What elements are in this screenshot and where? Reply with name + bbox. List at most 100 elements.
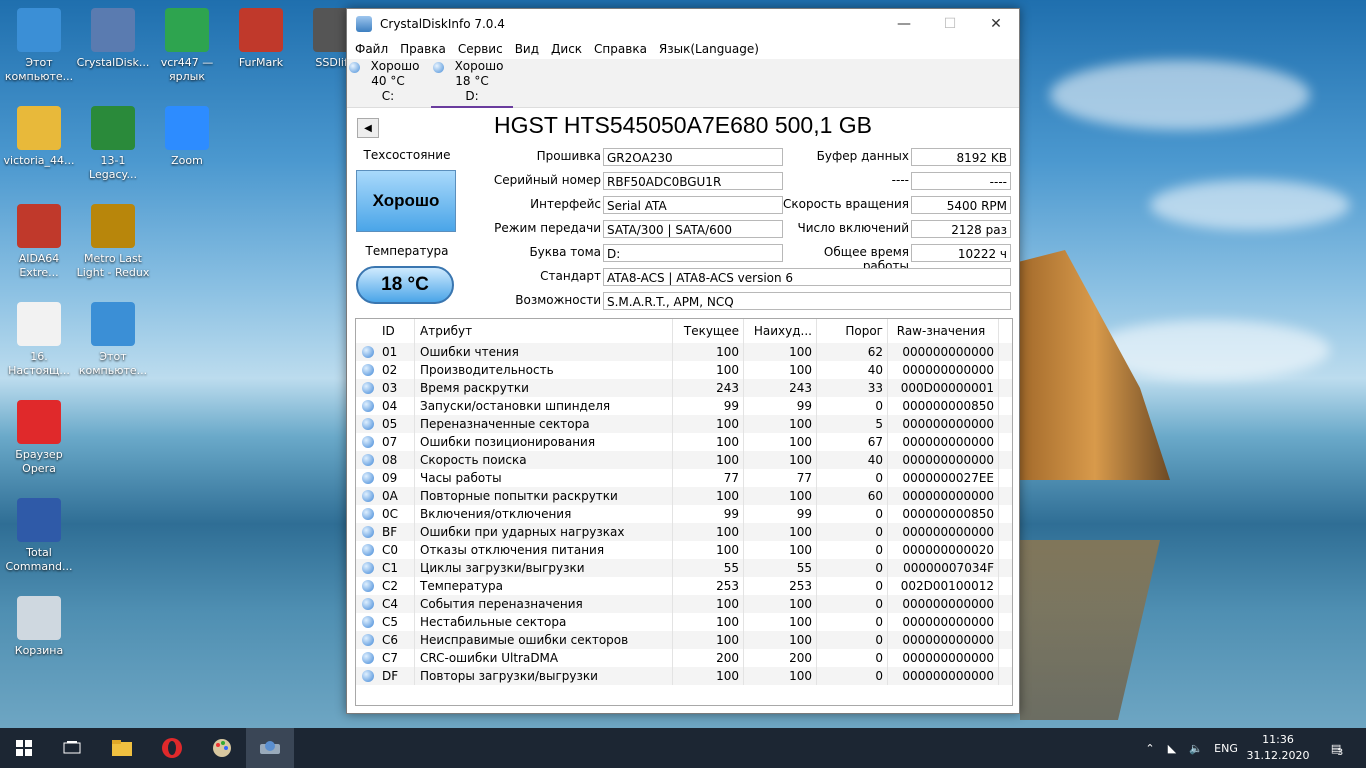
- start-button[interactable]: [0, 728, 48, 768]
- status-cell: [356, 595, 382, 613]
- desktop-icon-label: 13-1 Legacy...: [89, 154, 137, 181]
- desktop-icon[interactable]: Metro Last Light - Redux: [76, 204, 150, 280]
- id-cell: 02: [382, 361, 415, 379]
- table-row[interactable]: 08 Скорость поиска 100 100 40 000000000000: [356, 451, 1012, 469]
- volume-icon[interactable]: 🔈: [1184, 742, 1208, 755]
- attribute-cell: Отказы отключения питания: [415, 541, 673, 559]
- clock[interactable]: 11:36 31.12.2020: [1246, 732, 1310, 764]
- worst-cell: 99: [744, 397, 817, 415]
- current-cell: 100: [673, 451, 744, 469]
- raw-cell: 000000000000: [888, 613, 999, 631]
- table-row[interactable]: 0A Повторные попытки раскрутки 100 100 60 000…: [356, 487, 1012, 505]
- desktop-icon[interactable]: FurMark: [224, 8, 298, 70]
- header-status: [356, 319, 382, 343]
- desktop-icon[interactable]: CrystalDisk...: [76, 8, 150, 70]
- temperature-value[interactable]: 18 °C: [356, 266, 454, 304]
- table-row[interactable]: C7 CRC-ошибки UltraDMA 200 200 0 000000000000: [356, 649, 1012, 667]
- language-indicator[interactable]: ENG: [1208, 742, 1244, 755]
- header-attribute[interactable]: Атрибут: [415, 319, 673, 343]
- header-id[interactable]: ID: [382, 319, 415, 343]
- menu-disk[interactable]: Диск: [545, 39, 588, 59]
- minimize-button[interactable]: —: [881, 9, 927, 39]
- desktop-icon[interactable]: 13-1 Legacy...: [76, 106, 150, 182]
- notifications-button[interactable]: ▤ 3: [1322, 728, 1352, 768]
- table-row[interactable]: C6 Неисправимые ошибки секторов 100 100 0 000…: [356, 631, 1012, 649]
- table-row[interactable]: C4 События переназначения 100 100 0 000000000…: [356, 595, 1012, 613]
- table-row[interactable]: C5 Нестабильные сектора 100 100 0 00000000000…: [356, 613, 1012, 631]
- attribute-cell: Повторы загрузки/выгрузки: [415, 667, 673, 685]
- header-worst[interactable]: Наихуд...: [744, 319, 817, 343]
- close-button[interactable]: ✕: [973, 9, 1019, 39]
- desktop-icon[interactable]: Zoom: [150, 106, 224, 168]
- desktop-icon[interactable]: Браузер Opera: [2, 400, 76, 476]
- header-threshold[interactable]: Порог: [817, 319, 888, 343]
- drive-tab-c[interactable]: Хорошо 40 °C C:: [347, 59, 429, 106]
- standard-label: Стандарт: [540, 269, 601, 283]
- desktop-icon[interactable]: vcr447 — ярлык: [150, 8, 224, 84]
- raw-cell: 000000000000: [888, 595, 999, 613]
- crystaldiskinfo-taskbar-button[interactable]: [246, 728, 294, 768]
- desktop-icon[interactable]: Этот компьюте...: [2, 8, 76, 84]
- desktop-icon[interactable]: Total Command...: [2, 498, 76, 574]
- table-row[interactable]: C2 Температура 253 253 0 002D00100012: [356, 577, 1012, 595]
- music-file-icon: [17, 302, 61, 346]
- cloud: [1150, 180, 1350, 230]
- menu-service[interactable]: Сервис: [452, 39, 509, 59]
- table-row[interactable]: 03 Время раскрутки 243 243 33 000D00000001: [356, 379, 1012, 397]
- table-row[interactable]: C0 Отказы отключения питания 100 100 0 000000…: [356, 541, 1012, 559]
- title-bar[interactable]: CrystalDiskInfo 7.0.4 — ☐ ✕: [347, 9, 1019, 39]
- worst-cell: 253: [744, 577, 817, 595]
- table-row[interactable]: 09 Часы работы 77 77 0 0000000027EE: [356, 469, 1012, 487]
- table-row[interactable]: 01 Ошибки чтения 100 100 62 000000000000: [356, 343, 1012, 361]
- attribute-cell: Включения/отключения: [415, 505, 673, 523]
- file-explorer-button[interactable]: [98, 728, 146, 768]
- drive-tab-d[interactable]: Хорошо 18 °C D:: [431, 59, 513, 108]
- table-row[interactable]: 02 Производительность 100 100 40 000000000000: [356, 361, 1012, 379]
- opera-icon: [17, 400, 61, 444]
- table-row[interactable]: C1 Циклы загрузки/выгрузки 55 55 0 0000000703…: [356, 559, 1012, 577]
- table-row[interactable]: DF Повторы загрузки/выгрузки 100 100 0 000000…: [356, 667, 1012, 685]
- id-cell: C4: [382, 595, 415, 613]
- menu-edit[interactable]: Правка: [394, 39, 452, 59]
- cliff-reflection: [1020, 540, 1160, 720]
- firmware-label: Прошивка: [536, 149, 601, 163]
- attribute-cell: Производительность: [415, 361, 673, 379]
- raw-cell: 000000000020: [888, 541, 999, 559]
- id-cell: 0A: [382, 487, 415, 505]
- health-status-button[interactable]: Хорошо: [356, 170, 456, 232]
- menu-view[interactable]: Вид: [509, 39, 545, 59]
- attribute-cell: Ошибки позиционирования: [415, 433, 673, 451]
- current-cell: 100: [673, 541, 744, 559]
- serial-value: RBF50ADC0BGU1R: [603, 172, 783, 190]
- paint-taskbar-button[interactable]: [198, 728, 246, 768]
- table-row[interactable]: 05 Переназначенные сектора 100 100 5 00000000…: [356, 415, 1012, 433]
- table-row[interactable]: 07 Ошибки позиционирования 100 100 67 0000000…: [356, 433, 1012, 451]
- table-row[interactable]: 04 Запуски/остановки шпинделя 99 99 0 0000000…: [356, 397, 1012, 415]
- desktop-icon[interactable]: 16. Настоящ...: [2, 302, 76, 378]
- header-current[interactable]: Текущее: [673, 319, 744, 343]
- attribute-cell: Часы работы: [415, 469, 673, 487]
- worst-cell: 100: [744, 667, 817, 685]
- maximize-button[interactable]: ☐: [927, 9, 973, 39]
- menu-language[interactable]: Язык(Language): [653, 39, 765, 59]
- table-row[interactable]: BF Ошибки при ударных нагрузках 100 100 0 000…: [356, 523, 1012, 541]
- status-good-icon: [362, 616, 374, 628]
- chevron-up-icon[interactable]: ⌃: [1140, 742, 1160, 755]
- desktop-icon[interactable]: AIDA64 Extre...: [2, 204, 76, 280]
- threshold-cell: 0: [817, 523, 888, 541]
- table-row[interactable]: 0C Включения/отключения 99 99 0 000000000850: [356, 505, 1012, 523]
- desktop-icon[interactable]: victoria_44...: [2, 106, 76, 168]
- header-raw[interactable]: Raw-значения: [888, 319, 999, 343]
- desktop-icon[interactable]: Корзина: [2, 596, 76, 658]
- desktop-icon[interactable]: Этот компьюте...: [76, 302, 150, 378]
- attribute-cell: Повторные попытки раскрутки: [415, 487, 673, 505]
- menu-file[interactable]: Файл: [349, 39, 394, 59]
- status-good-icon: [362, 418, 374, 430]
- menu-help[interactable]: Справка: [588, 39, 653, 59]
- network-icon[interactable]: ◣: [1160, 742, 1184, 755]
- task-view-button[interactable]: [48, 728, 96, 768]
- status-good-icon: [362, 346, 374, 358]
- opera-taskbar-button[interactable]: [148, 728, 196, 768]
- recycle-bin-icon: [17, 596, 61, 640]
- desktop-icon-label: vcr447 — ярлык: [160, 56, 214, 83]
